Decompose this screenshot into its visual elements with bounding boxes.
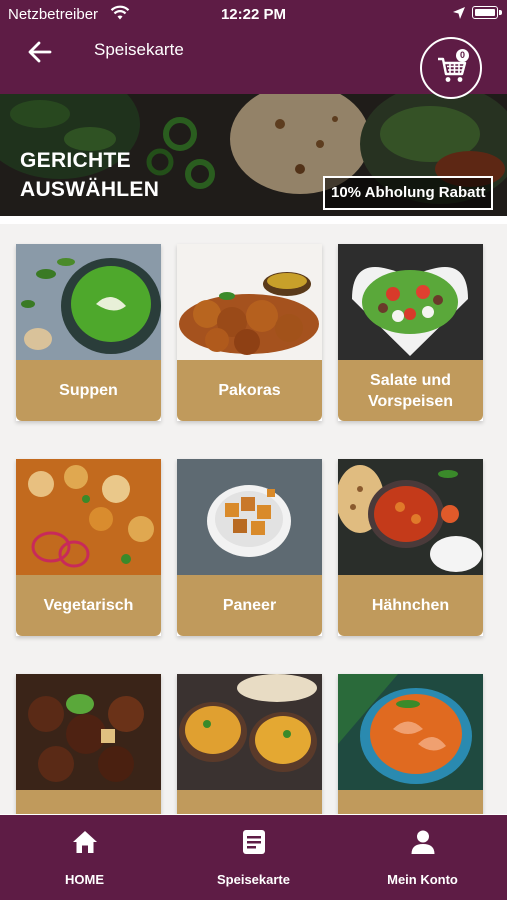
- vegetarian-image: [16, 459, 161, 575]
- lamb-image: [16, 674, 161, 790]
- account-icon: [411, 830, 435, 854]
- chicken-image: [338, 459, 483, 575]
- hero-title-line2: AUSWÄHLEN: [20, 178, 160, 201]
- hero-title-line1: GERICHTE: [20, 149, 131, 172]
- cart-count-badge: 0: [456, 49, 469, 62]
- category-label: [16, 790, 161, 814]
- salad-image: [338, 244, 483, 360]
- location-arrow-icon: [453, 7, 465, 19]
- category-grid: Suppen Pakoras Salate und Vorspeisen Veg…: [0, 224, 507, 814]
- curry-bowls-image: [177, 674, 322, 790]
- category-label: Pakoras: [177, 360, 322, 421]
- nav-mein-konto-label: Mein Konto: [387, 872, 458, 887]
- status-bar: Netzbetreiber 12:22 PM: [0, 0, 507, 30]
- category-label: Vegetarisch: [16, 575, 161, 636]
- battery-icon: [472, 6, 498, 19]
- category-card-paneer[interactable]: Paneer: [177, 459, 322, 636]
- category-label: Paneer: [177, 575, 322, 636]
- category-label: [177, 790, 322, 814]
- page-title: Speisekarte: [94, 40, 184, 59]
- pakoras-image: [177, 244, 322, 360]
- arrow-left-icon[interactable]: [26, 38, 54, 66]
- discount-badge[interactable]: 10% Abholung Rabatt: [323, 176, 494, 210]
- nav-mein-konto[interactable]: Mein Konto: [338, 815, 507, 900]
- battery-tip: [499, 10, 502, 15]
- status-time: 12:22 PM: [220, 6, 287, 23]
- category-label: Suppen: [16, 360, 161, 421]
- bottom-navigation: HOME Speisekarte Mein Konto: [0, 815, 507, 900]
- soup-image: [16, 244, 161, 360]
- hero-title: GERICHTE AUSWÄHLEN: [20, 146, 159, 204]
- nav-speisekarte[interactable]: Speisekarte: [169, 815, 338, 900]
- category-card-8[interactable]: [177, 674, 322, 814]
- nav-home-label: HOME: [65, 872, 104, 887]
- category-card-suppen[interactable]: Suppen: [16, 244, 161, 421]
- category-card-9[interactable]: [338, 674, 483, 814]
- category-label: Hähnchen: [338, 575, 483, 636]
- seafood-curry-image: [338, 674, 483, 790]
- cart-button[interactable]: 0: [420, 37, 482, 99]
- category-card-haehnchen[interactable]: Hähnchen: [338, 459, 483, 636]
- category-card-7[interactable]: [16, 674, 161, 814]
- category-card-salate[interactable]: Salate und Vorspeisen: [338, 244, 483, 421]
- nav-home[interactable]: HOME: [0, 815, 169, 900]
- category-label: Salate und Vorspeisen: [338, 360, 483, 421]
- category-label: [338, 790, 483, 814]
- home-icon: [73, 831, 97, 853]
- nav-speisekarte-label: Speisekarte: [217, 872, 290, 887]
- category-card-pakoras[interactable]: Pakoras: [177, 244, 322, 421]
- category-card-vegetarisch[interactable]: Vegetarisch: [16, 459, 161, 636]
- menu-icon: [243, 830, 265, 854]
- paneer-image: [177, 459, 322, 575]
